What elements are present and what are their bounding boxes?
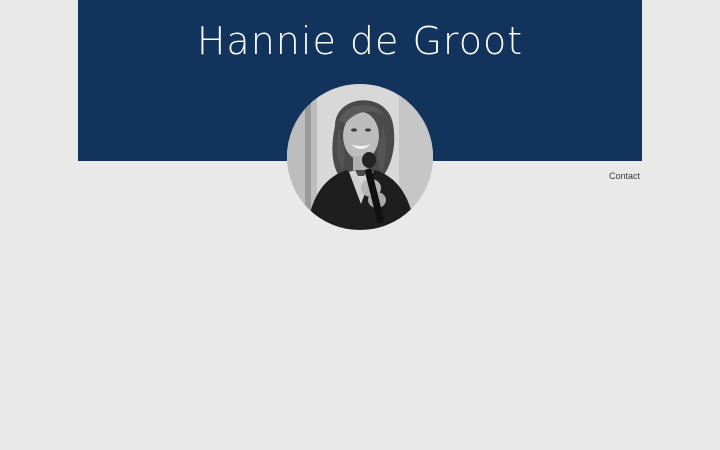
profile-avatar	[287, 84, 433, 230]
portrait-image	[287, 84, 433, 230]
page: Hannie de Groot Contact	[0, 0, 720, 450]
nav-link-contact[interactable]: Contact	[609, 171, 640, 181]
site-title: Hannie de Groot	[196, 19, 524, 63]
main-nav: Contact	[560, 164, 640, 183]
